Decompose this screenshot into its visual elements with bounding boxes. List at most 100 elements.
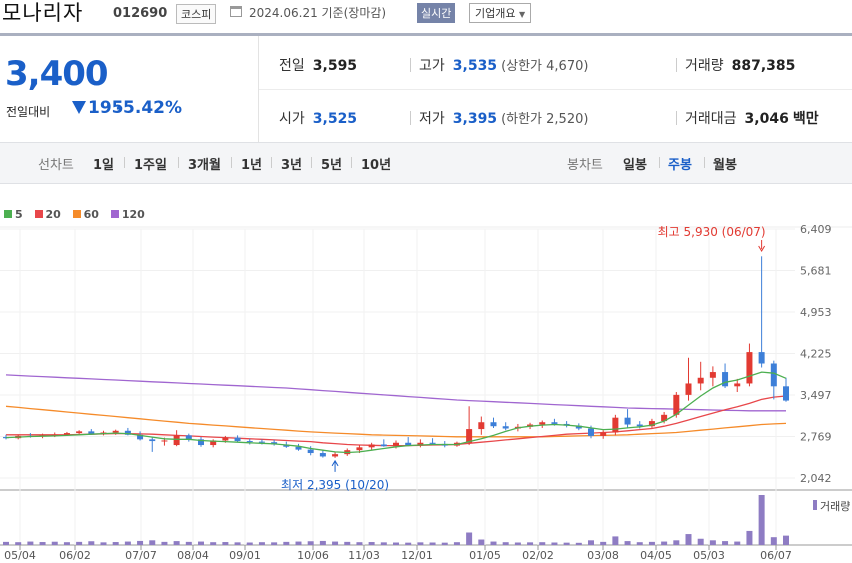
- volume-bar: [295, 541, 302, 545]
- tab-weekly[interactable]: 주봉: [668, 154, 692, 173]
- volume-bar: [783, 535, 789, 545]
- candle-body: [697, 377, 704, 384]
- candle-chart-label: 봉차트: [567, 158, 603, 173]
- stat-low: 저가 3,395 (하한가 2,520): [419, 108, 588, 128]
- candle-body: [685, 383, 692, 395]
- volume-bar: [307, 541, 314, 545]
- stat-value: 887,385: [731, 58, 796, 74]
- candlestick-chart[interactable]: 6,409 5,681 4,953 4,225 3,497 2,769 2,042 05/04…: [0, 183, 852, 563]
- stat-label: 고가: [419, 58, 445, 74]
- volume-bar: [648, 541, 655, 545]
- y-tick-label: 6,409: [800, 223, 832, 236]
- tab-1w[interactable]: 1주일: [134, 154, 167, 173]
- stat-sub: (하한가 2,520): [501, 112, 589, 127]
- volume-bar: [746, 530, 753, 545]
- candle-body: [783, 386, 789, 401]
- x-tick-label: 05/04: [4, 549, 36, 562]
- tab-5y[interactable]: 5년: [321, 154, 342, 173]
- stat-prev-close: 전일 3,595: [279, 55, 357, 75]
- candle-body: [734, 383, 741, 387]
- candle-body: [368, 444, 375, 448]
- divider: [178, 157, 179, 168]
- x-tick-label: 01/05: [469, 549, 501, 562]
- volume-bar: [124, 541, 131, 545]
- divider: [311, 157, 312, 168]
- x-tick-label: 07/07: [125, 549, 157, 562]
- tab-daily[interactable]: 일봉: [623, 154, 647, 173]
- volume-bar: [210, 542, 217, 545]
- divider: [676, 58, 677, 72]
- x-tick-label: 06/02: [59, 549, 91, 562]
- candle-body: [149, 439, 156, 442]
- current-price: 3,400: [5, 54, 109, 94]
- chevron-down-icon: ▼: [518, 10, 526, 19]
- candle-body: [673, 394, 680, 415]
- tab-10y[interactable]: 10년: [361, 154, 391, 173]
- volume-bar: [185, 541, 192, 545]
- candle-body: [76, 431, 83, 434]
- candle-body: [600, 432, 607, 436]
- volume-legend-swatch: [813, 500, 817, 510]
- x-tick-label: 06/07: [760, 549, 792, 562]
- volume-bar: [527, 542, 534, 545]
- tab-1d[interactable]: 1일: [93, 154, 114, 173]
- ma60-line: [5, 405, 787, 438]
- candle-body: [429, 442, 436, 444]
- candle-body: [539, 422, 546, 425]
- price-summary: 3,400 전일대비 195 -5.42%: [0, 36, 259, 142]
- volume-bar: [319, 540, 326, 545]
- x-tick-label: 05/03: [693, 549, 725, 562]
- candle-body: [770, 363, 777, 387]
- volume-bar: [161, 541, 168, 545]
- x-tick-label: 08/04: [177, 549, 209, 562]
- calendar-icon: [230, 6, 242, 17]
- candle-body: [502, 426, 509, 429]
- stat-label: 전일: [279, 58, 305, 74]
- candle-body: [332, 454, 339, 457]
- divider: [659, 157, 660, 168]
- volume-bar: [88, 541, 95, 545]
- volume-bar: [673, 540, 680, 545]
- line-chart-label: 선차트: [38, 158, 74, 173]
- change-percent: -5.42%: [116, 98, 183, 118]
- divider: [676, 111, 677, 125]
- volume-bar: [514, 542, 521, 545]
- candle-body: [722, 372, 729, 387]
- divider: [231, 157, 232, 168]
- x-tick-label: 03/08: [587, 549, 619, 562]
- volume-bar: [149, 540, 156, 545]
- tab-3y[interactable]: 3년: [281, 154, 302, 173]
- stat-label: 저가: [419, 111, 445, 127]
- stat-value: 3,395: [452, 111, 498, 127]
- volume-bar: [490, 541, 497, 545]
- volume-bar: [563, 542, 570, 545]
- candle-body: [551, 422, 558, 424]
- tab-3m[interactable]: 3개월: [188, 154, 221, 173]
- tab-1y[interactable]: 1년: [241, 154, 262, 173]
- company-info-dropdown[interactable]: 기업개요 ▼: [469, 3, 532, 23]
- volume-bar: [368, 542, 375, 545]
- volume-bar: [502, 542, 509, 545]
- volume-bar: [453, 542, 460, 545]
- tab-monthly[interactable]: 월봉: [713, 154, 737, 173]
- volume-bar: [588, 540, 594, 545]
- stat-volume: 거래량 887,385: [685, 55, 795, 75]
- volume-bar: [51, 541, 58, 545]
- volume-bar: [722, 541, 729, 545]
- stat-value: 3,046: [744, 111, 789, 127]
- candle-body: [490, 422, 497, 427]
- stat-value: 3,525: [312, 111, 358, 127]
- volume-bar: [173, 541, 180, 545]
- volume-bar: [600, 541, 607, 545]
- stat-label: 시가: [279, 111, 305, 127]
- chart-tabs: 선차트 1일 1주일 3개월 1년 3년 5년 10년 봉차트 일봉 주봉 월봉: [0, 142, 852, 184]
- realtime-button[interactable]: 실시간: [417, 3, 456, 23]
- volume-bar: [258, 542, 265, 545]
- candle-body: [709, 372, 716, 378]
- volume-bar: [393, 542, 399, 545]
- volume-bar: [441, 542, 448, 545]
- stat-value: 3,595: [312, 58, 358, 74]
- divider: [351, 157, 352, 168]
- volume-bar: [624, 541, 631, 545]
- stats-divider: [259, 89, 852, 90]
